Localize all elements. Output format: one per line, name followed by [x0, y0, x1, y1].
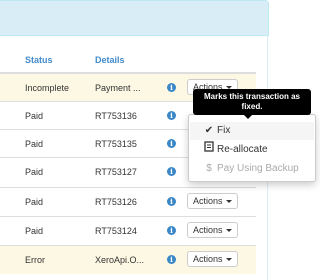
tooltip: Marks this transaction as fixed. — [193, 89, 311, 115]
table-row: Paid RT753124 i Actions — [0, 216, 256, 245]
status-cell: Paid — [25, 111, 44, 121]
details-cell: XeroApi.O... — [95, 255, 145, 265]
details-cell: RT753124 — [95, 226, 137, 236]
actions-button-label: Actions — [193, 225, 223, 235]
caret-down-icon — [225, 200, 232, 204]
tooltip-arrow — [244, 115, 252, 119]
details-cell: RT753126 — [95, 197, 137, 207]
actions-button-label: Actions — [193, 196, 223, 206]
actions-button[interactable]: Actions — [187, 251, 238, 267]
status-cell: Paid — [25, 167, 44, 177]
info-icon[interactable]: i — [167, 197, 176, 206]
status-cell: Paid — [25, 139, 44, 149]
actions-dropdown-menu: ✔ Fix Re-allocate $ Pay Using Backup — [188, 114, 316, 182]
menu-item-label: Fix — [217, 125, 231, 136]
info-icon[interactable]: i — [167, 226, 176, 235]
column-header-details[interactable]: Details — [95, 55, 125, 65]
menu-item-fix[interactable]: ✔ Fix — [190, 122, 314, 140]
menu-item-pay-using-backup[interactable]: $ Pay Using Backup — [190, 160, 314, 178]
details-cell: RT753136 — [95, 111, 137, 121]
table-row: Paid RT753126 i Actions — [0, 187, 256, 216]
table-header: Status Details — [0, 48, 256, 74]
info-icon[interactable]: i — [167, 83, 176, 92]
actions-button[interactable]: Actions — [187, 193, 238, 209]
status-cell: Paid — [25, 226, 44, 236]
caret-down-icon — [225, 229, 232, 233]
status-cell: Error — [25, 255, 45, 265]
menu-item-reallocate[interactable]: Re-allocate — [190, 141, 314, 159]
details-cell: Payment ... — [95, 83, 141, 93]
status-cell: Paid — [25, 197, 44, 207]
column-header-status[interactable]: Status — [25, 55, 53, 65]
panel-heading — [0, 0, 269, 36]
info-icon[interactable]: i — [167, 167, 176, 176]
book-icon — [203, 141, 215, 159]
check-icon: ✔ — [204, 125, 214, 136]
tooltip-line: Marks this transaction as — [203, 92, 301, 101]
dollar-icon: $ — [206, 163, 212, 174]
details-cell: RT753135 — [95, 139, 137, 149]
menu-item-label: Pay Using Backup — [217, 163, 299, 174]
info-icon[interactable]: i — [167, 255, 176, 264]
info-icon[interactable]: i — [167, 111, 176, 120]
menu-item-label: Re-allocate — [217, 144, 268, 155]
actions-button[interactable]: Actions — [187, 222, 238, 238]
info-icon[interactable]: i — [167, 139, 176, 148]
details-cell: RT753127 — [95, 167, 137, 177]
table-row: Error XeroApi.O... i Actions — [0, 245, 256, 274]
actions-button-label: Actions — [193, 254, 223, 264]
tooltip-line: fixed. — [241, 102, 263, 111]
status-cell: Incomplete — [25, 83, 70, 93]
caret-down-icon — [225, 258, 232, 262]
